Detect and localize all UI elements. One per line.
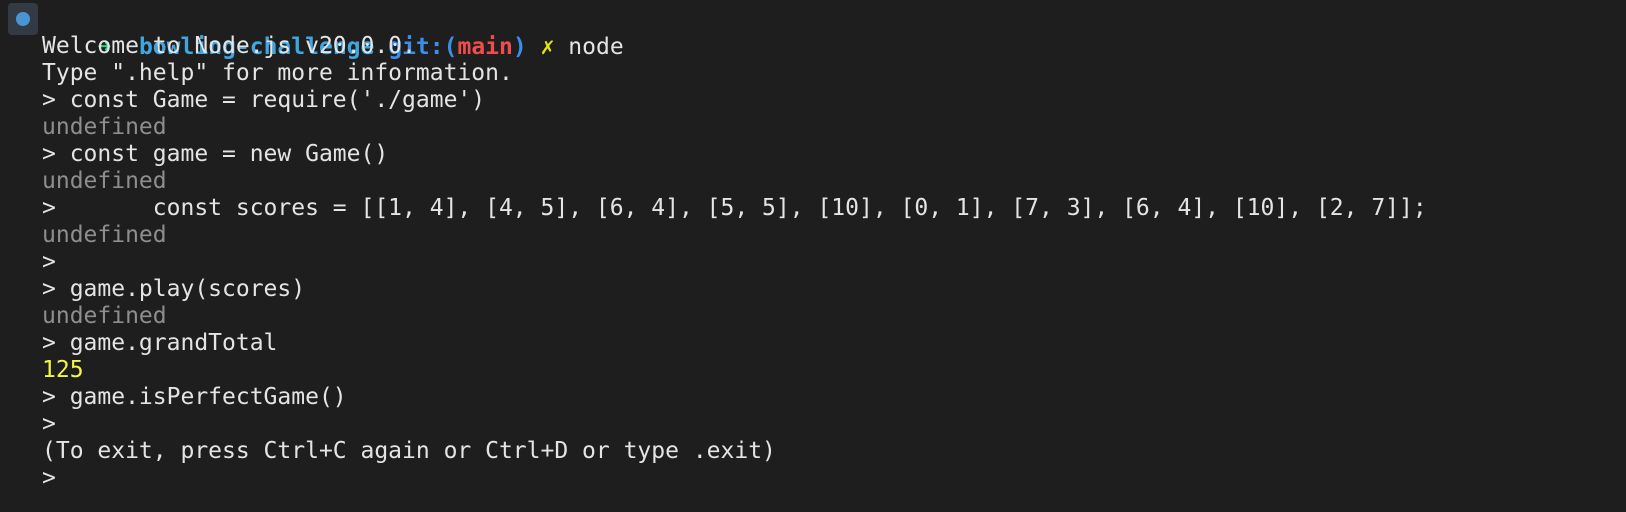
prompt-command: node [568, 34, 624, 60]
repl-result-line: undefined [42, 222, 167, 248]
repl-input-line: > game.grandTotal [42, 330, 278, 356]
repl-input-line: > [42, 411, 56, 437]
git-branch: main [457, 34, 513, 60]
repl-input-line: > const scores = [[1, 4], [4, 5], [6, 4]… [42, 195, 1427, 221]
repl-input-line: > game.play(scores) [42, 276, 306, 302]
prompt-line: ➜ bowling-challenge git:(main) ✗ node [42, 5, 623, 60]
repl-result-line: undefined [42, 114, 167, 140]
output-line: Welcome to Node.js v20.0.0. [42, 33, 416, 59]
repl-input-line: > const game = new Game() [42, 141, 389, 167]
repl-input-line: > [42, 249, 56, 275]
repl-result-line: undefined [42, 168, 167, 194]
output-line: (To exit, press Ctrl+C again or Ctrl+D o… [42, 438, 776, 464]
repl-result-line: 125 [42, 357, 84, 383]
dirty-marker-icon: ✗ [540, 34, 555, 60]
repl-input-line[interactable]: > [42, 464, 56, 492]
output-line: Type ".help" for more information. [42, 60, 513, 86]
repl-result-line: undefined [42, 303, 167, 329]
git-label-close: ) [512, 34, 527, 60]
terminal-window[interactable]: ➜ bowling-challenge git:(main) ✗ node We… [0, 0, 1626, 512]
repl-input-line: > game.isPerfectGame() [42, 384, 347, 410]
repl-input-line: > const Game = require('./game') [42, 87, 486, 113]
circle-marker-icon [16, 12, 30, 26]
